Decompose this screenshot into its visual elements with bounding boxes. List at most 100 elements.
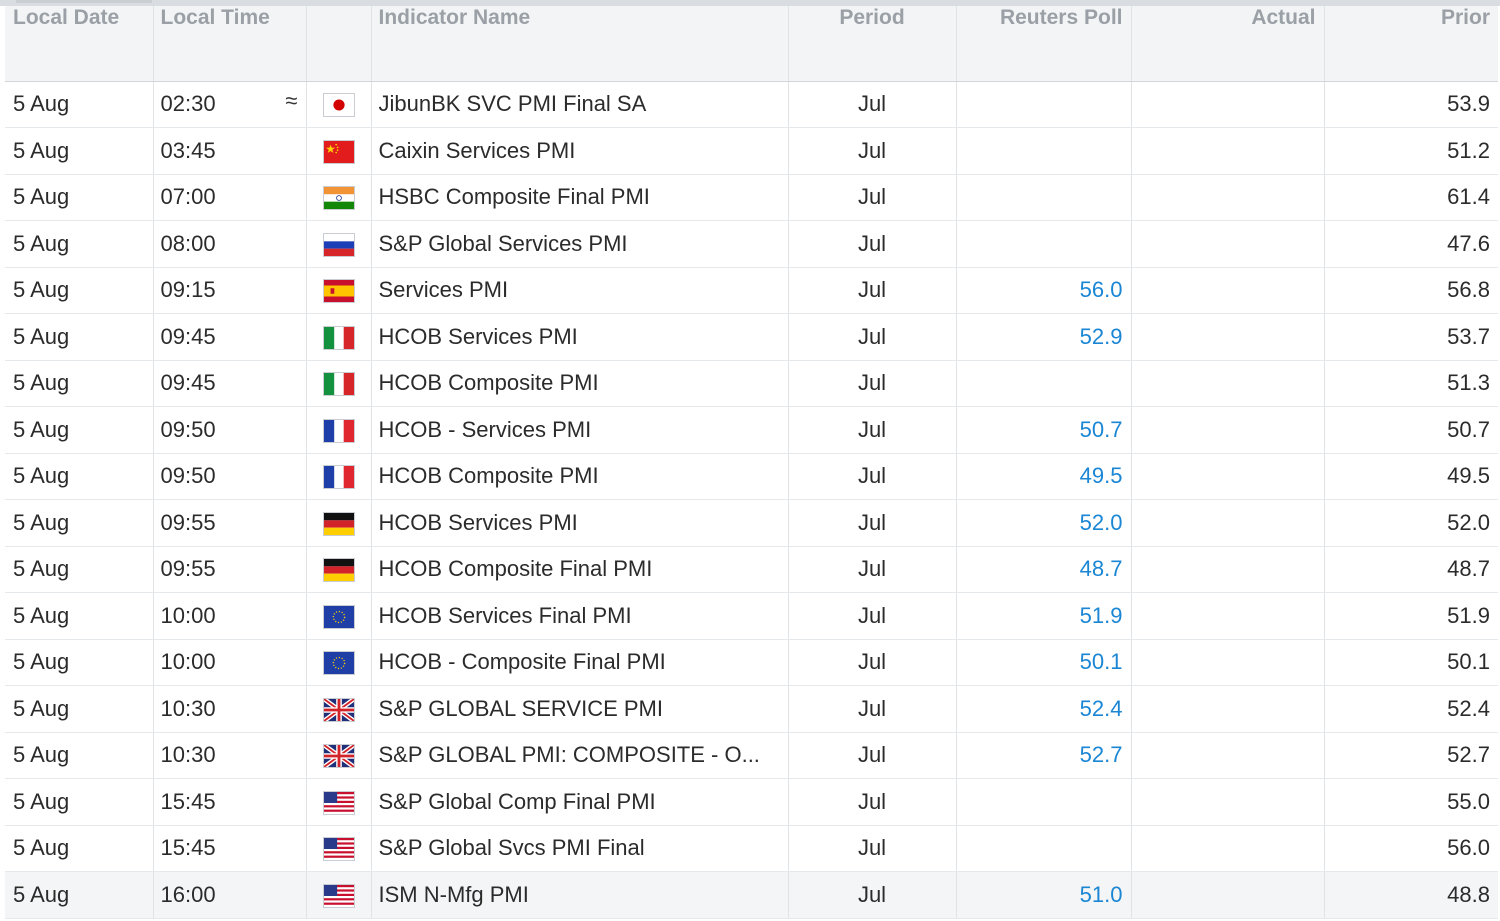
table-row[interactable]: 5 Aug 09:15 Services PMI Jul 56.0 56.8 (5, 267, 1498, 314)
cell-local-date: 5 Aug (5, 406, 154, 454)
time-text: 08:00 (160, 230, 216, 256)
cell-actual (1131, 732, 1325, 779)
col-header-local-date[interactable]: Local Date (5, 6, 154, 82)
cell-indicator-name[interactable]: HCOB Services PMI (371, 313, 789, 361)
cell-local-date: 5 Aug (5, 81, 154, 128)
col-header-actual[interactable]: Actual (1131, 6, 1325, 82)
col-header-local-time[interactable]: Local Time (153, 6, 307, 82)
cell-indicator-name[interactable]: HCOB Services Final PMI (371, 592, 789, 640)
cell-flag (306, 220, 372, 268)
table-row[interactable]: 5 Aug 15:45 S&P Global Comp Final PMI Ju… (5, 778, 1498, 826)
japan-flag-icon (322, 93, 355, 118)
table-row[interactable]: 5 Aug 09:45 HCOB Composite PMI Jul 51.3 (5, 360, 1498, 407)
france-flag-icon (322, 465, 355, 490)
table-row[interactable]: 5 Aug 10:30 S&P GLOBAL SERVICE PMI Jul 5… (5, 685, 1498, 733)
cell-indicator-name[interactable]: S&P Global Comp Final PMI (371, 778, 789, 826)
cell-prior: 49.5 (1324, 453, 1498, 500)
cell-prior: 50.1 (1324, 639, 1498, 686)
col-header-indicator-name[interactable]: Indicator Name (371, 6, 789, 82)
cell-local-date: 5 Aug (5, 685, 154, 733)
cell-reuters-poll: 50.7 (956, 406, 1132, 454)
cell-indicator-name[interactable]: HCOB Composite PMI (371, 360, 789, 407)
table-row[interactable]: 5 Aug 09:45 HCOB Services PMI Jul 52.9 5… (5, 313, 1498, 361)
cell-flag (306, 81, 372, 128)
cell-reuters-poll (956, 360, 1132, 407)
table-row[interactable]: 5 Aug 09:55 HCOB Composite Final PMI Jul… (5, 546, 1498, 593)
cell-local-date: 5 Aug (5, 825, 154, 872)
time-text: 09:55 (160, 556, 216, 582)
cell-indicator-name[interactable]: HCOB - Composite Final PMI (371, 639, 789, 686)
cell-indicator-name[interactable]: Services PMI (371, 267, 789, 314)
cell-reuters-poll: 49.5 (956, 453, 1132, 500)
table-row[interactable]: 5 Aug 10:00 HCOB Services Final PMI Jul … (5, 592, 1498, 640)
table-row[interactable]: 5 Aug 08:00 S&P Global Services PMI Jul … (5, 220, 1498, 268)
cell-prior: 47.6 (1324, 220, 1498, 268)
italy-flag-icon (322, 372, 355, 397)
cell-indicator-name[interactable]: HCOB Composite Final PMI (371, 546, 789, 593)
col-header-period[interactable]: Period (788, 6, 957, 82)
table-row[interactable]: 5 Aug 09:55 HCOB Services PMI Jul 52.0 5… (5, 499, 1498, 547)
cell-indicator-name[interactable]: ISM N-Mfg PMI (371, 871, 789, 919)
cell-indicator-name[interactable]: S&P Global Services PMI (371, 220, 789, 268)
cell-indicator-name[interactable]: JibunBK SVC PMI Final SA (371, 81, 789, 128)
time-text: 07:00 (160, 184, 216, 210)
cell-indicator-name[interactable]: S&P GLOBAL SERVICE PMI (371, 685, 789, 733)
col-header-prior[interactable]: Prior (1324, 6, 1498, 82)
cell-local-date: 5 Aug (5, 174, 154, 221)
cell-reuters-poll: 51.0 (956, 871, 1132, 919)
cell-local-time: 02:30 ≈ (153, 81, 307, 128)
cell-period: Jul (788, 639, 957, 686)
table-row[interactable]: 5 Aug 09:50 HCOB - Services PMI Jul 50.7… (5, 406, 1498, 454)
cell-actual (1131, 267, 1325, 314)
cell-local-time: 09:55 (153, 499, 307, 547)
cell-indicator-name[interactable]: HCOB Composite PMI (371, 453, 789, 500)
time-text: 10:00 (160, 649, 216, 675)
table-row[interactable]: 5 Aug 10:00 HCOB - Composite Final PMI J… (5, 639, 1498, 686)
table-row[interactable]: 5 Aug 10:30 S&P GLOBAL PMI: COMPOSITE - … (5, 732, 1498, 779)
col-header-reuters-poll[interactable]: Reuters Poll (956, 6, 1132, 82)
cell-reuters-poll: 52.9 (956, 313, 1132, 361)
time-text: 10:30 (160, 695, 216, 721)
cell-local-time: 09:15 (153, 267, 307, 314)
cell-indicator-name[interactable]: S&P Global Svcs PMI Final (371, 825, 789, 872)
time-text: 09:50 (160, 416, 216, 442)
cell-flag (306, 778, 372, 826)
cell-period: Jul (788, 732, 957, 779)
table-row[interactable]: 5 Aug 16:00 ISM N-Mfg PMI Jul 51.0 48.8 (5, 871, 1498, 919)
cell-indicator-name[interactable]: HCOB - Services PMI (371, 406, 789, 454)
cell-period: Jul (788, 267, 957, 314)
cell-local-date: 5 Aug (5, 360, 154, 407)
cell-local-time: 09:50 (153, 406, 307, 454)
cell-prior: 55.0 (1324, 778, 1498, 826)
cell-indicator-name[interactable]: Caixin Services PMI (371, 127, 789, 175)
time-text: 15:45 (160, 788, 216, 814)
cell-prior: 61.4 (1324, 174, 1498, 221)
table-row[interactable]: 5 Aug 03:45 Caixin Services PMI Jul 51.2 (5, 127, 1498, 175)
cell-prior: 53.9 (1324, 81, 1498, 128)
cell-local-time: 09:45 (153, 360, 307, 407)
cell-indicator-name[interactable]: S&P GLOBAL PMI: COMPOSITE - O... (371, 732, 789, 779)
table-row[interactable]: 5 Aug 07:00 HSBC Composite Final PMI Jul… (5, 174, 1498, 221)
cell-period: Jul (788, 313, 957, 361)
cell-indicator-name[interactable]: HCOB Services PMI (371, 499, 789, 547)
cell-prior: 56.8 (1324, 267, 1498, 314)
cell-reuters-poll (956, 81, 1132, 128)
cell-flag (306, 499, 372, 547)
cell-period: Jul (788, 592, 957, 640)
cell-indicator-name[interactable]: HSBC Composite Final PMI (371, 174, 789, 221)
cell-local-date: 5 Aug (5, 220, 154, 268)
cell-prior: 51.3 (1324, 360, 1498, 407)
table-row[interactable]: 5 Aug 15:45 S&P Global Svcs PMI Final Ju… (5, 825, 1498, 872)
cell-actual (1131, 639, 1325, 686)
table-row[interactable]: 5 Aug 09:50 HCOB Composite PMI Jul 49.5 … (5, 453, 1498, 500)
germany-flag-icon (322, 511, 355, 536)
cell-prior: 56.0 (1324, 825, 1498, 872)
table-row[interactable]: 5 Aug 02:30 ≈ JibunBK SVC PMI Final SA Ju… (5, 81, 1498, 128)
time-text: 02:30 (160, 91, 216, 117)
cell-local-time: 10:00 (153, 639, 307, 686)
cell-actual (1131, 778, 1325, 826)
cell-flag (306, 174, 372, 221)
cell-prior: 53.7 (1324, 313, 1498, 361)
cell-local-time: 03:45 (153, 127, 307, 175)
cell-local-time: 15:45 (153, 778, 307, 826)
